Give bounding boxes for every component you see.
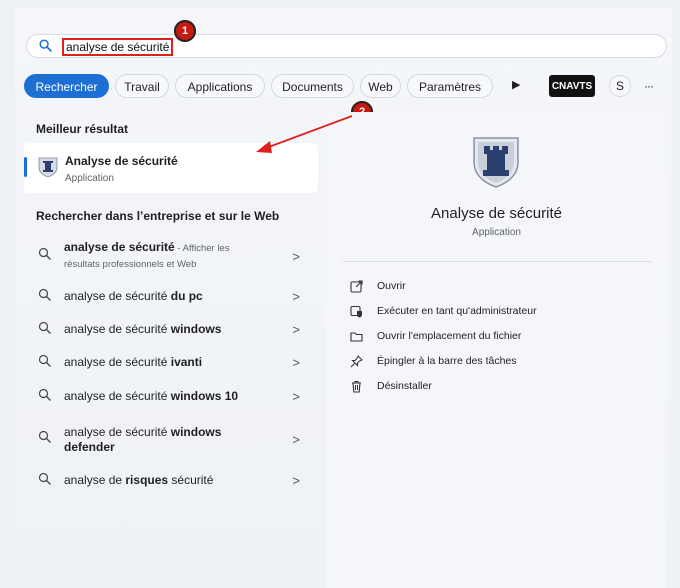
suggestion-extra: - Afficher les [174, 243, 230, 254]
security-analysis-app-icon-large [473, 137, 519, 188]
tab-applications[interactable]: Applications [175, 74, 265, 98]
search-icon [38, 247, 51, 260]
action-label: Ouvrir l'emplacement du fichier [377, 330, 522, 342]
preview-pane: Analyse de sécurité Application Ouvrir E… [326, 112, 667, 588]
best-result-title: Analyse de sécurité [65, 154, 178, 168]
suggestion-text: analyse de sécurité [64, 289, 171, 303]
tab-web[interactable]: Web [360, 74, 401, 98]
search-box[interactable]: analyse de sécurité [26, 34, 667, 58]
search-suggestion[interactable]: analyse de sécurité windows > [24, 314, 318, 344]
search-suggestion[interactable]: analyse de sécurité - Afficher les résult… [24, 237, 318, 273]
more-options-icon[interactable]: ··· [644, 79, 654, 93]
suggestion-text: analyse de sécurité [64, 389, 171, 403]
suggestion-text: analyse de sécurité [64, 322, 171, 336]
annotation-badge-1: 1 [174, 20, 196, 42]
preview-subtitle: Application [472, 227, 521, 238]
chevron-right-icon: > [292, 473, 300, 488]
chevron-right-icon: > [292, 432, 300, 447]
search-suggestion[interactable]: analyse de sécurité du pc > [24, 281, 318, 311]
chevron-right-icon: > [292, 249, 300, 264]
web-search-header: Rechercher dans l’entreprise et sur le W… [36, 209, 280, 223]
preview-title: Analyse de sécurité [431, 205, 562, 222]
suggestion-text: analyse de sécurité [64, 355, 171, 369]
play-icon[interactable]: ▶ [512, 78, 520, 91]
folder-icon [350, 332, 363, 342]
suggestion-bold: windows [170, 322, 222, 336]
divider [342, 261, 652, 262]
best-result-header: Meilleur résultat [36, 122, 129, 136]
best-result-item[interactable]: Analyse de sécurité Application [24, 143, 318, 193]
tab-rechercher[interactable]: Rechercher [24, 74, 109, 98]
search-input[interactable]: analyse de sécurité [62, 38, 174, 56]
tab-documents[interactable]: Documents [271, 74, 354, 98]
suggestion-text: analyse de sécurité [64, 425, 171, 439]
search-suggestion[interactable]: analyse de sécurité windows defender > [24, 420, 318, 458]
open-icon [350, 280, 363, 293]
suggestion-bold-line2: defender [64, 440, 115, 454]
search-icon [38, 472, 51, 485]
trash-icon [352, 380, 361, 393]
best-result-subtitle: Application [65, 173, 114, 184]
suggestion-bold: windows 10 [170, 389, 239, 403]
chevron-right-icon: > [292, 355, 300, 370]
search-suggestion[interactable]: analyse de sécurité ivanti > [24, 347, 318, 377]
search-icon [38, 388, 51, 401]
search-suggestion[interactable]: analyse de risques sécurité > [24, 465, 318, 495]
chevron-right-icon: > [292, 322, 300, 337]
shield-admin-icon [350, 305, 362, 318]
avatar[interactable]: S [609, 75, 631, 97]
suggestion-text: analyse de [64, 473, 126, 487]
chevron-right-icon: > [292, 389, 300, 404]
action-label: Ouvrir [377, 280, 406, 292]
suggestion-text: analyse de sécurité [64, 240, 175, 254]
search-icon [38, 354, 51, 367]
tab-travail[interactable]: Travail [115, 74, 169, 98]
search-icon [38, 430, 51, 443]
pin-icon [350, 355, 363, 368]
suggestion-extra-line2: résultats professionnels et Web [64, 259, 197, 270]
chevron-right-icon: > [292, 289, 300, 304]
suggestion-bold: risques [125, 473, 169, 487]
account-chip[interactable]: CNAVTS [549, 75, 595, 97]
action-label: Désinstaller [377, 380, 432, 392]
search-icon [38, 288, 51, 301]
action-label: Exécuter en tant qu'administrateur [377, 305, 537, 317]
suggestion-text-after: sécurité [168, 473, 214, 487]
action-label: Épingler à la barre des tâches [377, 355, 517, 367]
security-analysis-app-icon [38, 157, 58, 178]
search-icon [38, 321, 51, 334]
suggestion-bold: ivanti [170, 355, 203, 369]
suggestion-bold: windows [170, 425, 222, 439]
suggestion-bold: du pc [170, 289, 203, 303]
tab-parametres[interactable]: Paramètres [407, 74, 493, 98]
search-icon [39, 39, 52, 52]
search-suggestion[interactable]: analyse de sécurité windows 10 > [24, 381, 318, 411]
selection-indicator [24, 157, 27, 177]
